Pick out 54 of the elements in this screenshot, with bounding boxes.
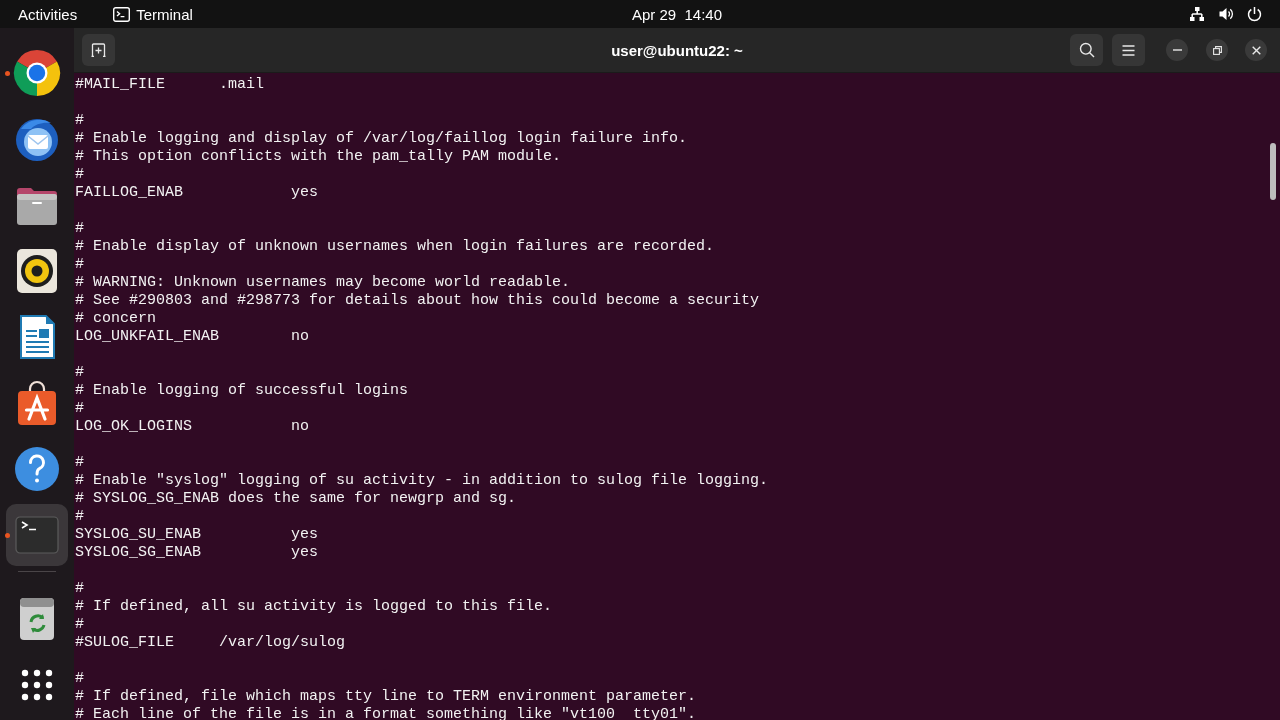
terminal-line: # WARNING: Unknown usernames may become world readable. (75, 274, 571, 292)
terminal-line: # (75, 508, 84, 526)
minimize-icon (1172, 49, 1182, 51)
menu-icon (1122, 44, 1135, 56)
terminal-line: # (75, 112, 84, 130)
scrollbar-thumb[interactable] (1270, 143, 1276, 200)
terminal-line: # (75, 616, 84, 634)
terminal-line: #MAIL_FILE .mail (75, 76, 265, 94)
terminal-line: # Enable logging of successful logins (75, 382, 409, 400)
minimize-button[interactable] (1166, 39, 1188, 61)
terminal-line: # (75, 220, 84, 238)
terminal-line: SYSLOG_SG_ENAB yes (75, 544, 319, 562)
browser-icon (13, 49, 61, 97)
terminal-line: # (75, 400, 84, 418)
terminal-line: # (75, 454, 84, 472)
terminal-line: # If defined, file which maps tty line to TERM environment parameter. (75, 688, 697, 706)
terminal-line: # Enable "syslog" logging of su activity - in addition to sulog file logging. (75, 472, 769, 490)
power-icon[interactable] (1247, 6, 1262, 22)
close-button[interactable] (1245, 39, 1267, 61)
terminal-line: LOG_OK_LOGINS no (75, 418, 310, 436)
terminal-line: # concern (75, 310, 156, 328)
terminal-line: # (75, 670, 84, 688)
clock[interactable]: Apr 29 14:40 (631, 5, 723, 23)
terminal-line: # If defined, all su activity is logged to this file. (75, 598, 553, 616)
app-grid-icon (21, 669, 53, 701)
terminal-line: # (75, 166, 84, 184)
new-tab-button[interactable] (82, 34, 115, 66)
terminal-line: SYSLOG_SU_ENAB yes (75, 526, 319, 544)
window-title: user@ubuntu22: ~ (611, 41, 743, 59)
terminal-line: # See #290803 and #298773 for details about how this could become a security (75, 292, 760, 310)
terminal-icon (113, 6, 131, 22)
close-icon (1251, 45, 1261, 55)
volume-icon[interactable] (1218, 6, 1234, 22)
activities-button[interactable]: Activities (18, 5, 78, 23)
search-button[interactable] (1070, 34, 1103, 66)
restore-icon (1212, 45, 1222, 55)
terminal-line: # Enable display of unknown usernames when login failures are recorded. (75, 238, 715, 256)
terminal-line: #SULOG_FILE /var/log/sulog (75, 634, 346, 652)
restore-button[interactable] (1206, 39, 1228, 61)
new-tab-icon (91, 43, 106, 57)
terminal-line: # SYSLOG_SG_ENAB does the same for newgrp and sg. (75, 490, 517, 508)
terminal-line: FAILLOG_ENAB yes (75, 184, 319, 202)
terminal-line: # Enable logging and display of /var/log/faillog login failure info. (75, 130, 688, 148)
search-icon (1078, 42, 1095, 58)
app-menu[interactable]: Terminal (113, 5, 193, 23)
terminal-line: # (75, 256, 84, 274)
menu-button[interactable] (1112, 34, 1145, 66)
terminal-line: # (75, 580, 84, 598)
terminal-line: LOG_UNKFAIL_ENAB no (75, 328, 310, 346)
app-menu-label: Terminal (136, 5, 193, 23)
help-icon (13, 445, 61, 493)
terminal-line: # This option conflicts with the pam_tally PAM module. (75, 148, 562, 166)
terminal-line: # (75, 364, 84, 382)
network-icon[interactable] (1189, 6, 1205, 22)
